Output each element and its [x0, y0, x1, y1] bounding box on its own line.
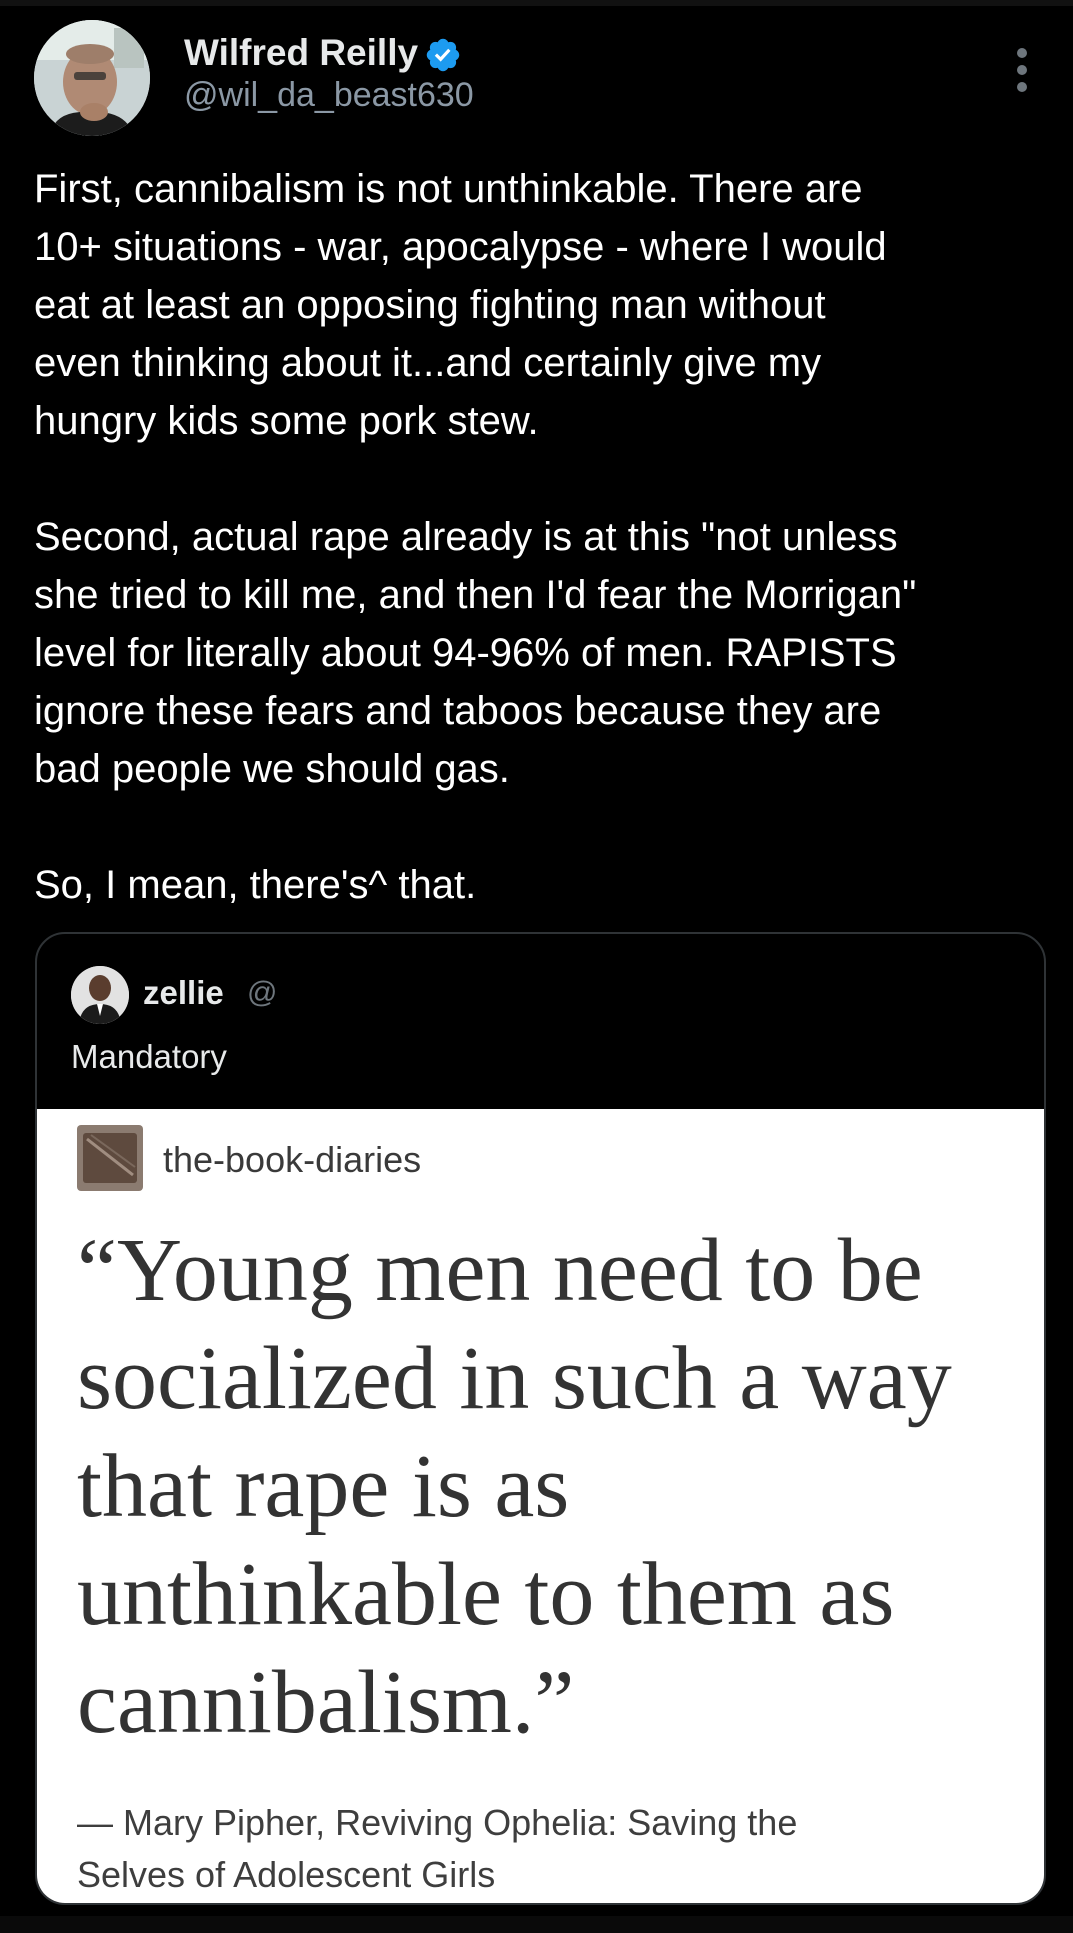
- verified-badge-icon: [426, 38, 460, 72]
- tweet-paragraph-1: First, cannibalism is not unthinkable. T…: [34, 167, 887, 443]
- quoted-tweet-image[interactable]: the-book-diaries “Young men need to be s…: [37, 1109, 1044, 1903]
- quoted-author-name: zellie: [143, 974, 224, 1011]
- quoted-author-avatar: [71, 966, 129, 1024]
- quoted-author-handle: @: [247, 976, 278, 1009]
- tweet-paragraph-3: So, I mean, there's^ that.: [34, 863, 477, 907]
- quote-attribution: — Mary Pipher, Reviving Ophelia: Saving …: [77, 1802, 798, 1895]
- bottom-divider: [0, 1916, 1073, 1933]
- author-handle[interactable]: @wil_da_beast630: [184, 76, 474, 115]
- tweet-paragraph-2: Second, actual rape already is at this "…: [34, 515, 917, 791]
- tweet: Wilfred Reilly @wil_da_beast630 First, c…: [0, 0, 1073, 1933]
- tweet-text: First, cannibalism is not unthinkable. T…: [34, 160, 1044, 914]
- blog-name: the-book-diaries: [163, 1139, 422, 1180]
- book-icon: [77, 1125, 143, 1191]
- author-avatar[interactable]: [34, 20, 150, 136]
- quoted-tweet-card[interactable]: zellie @ Mandatory the-book-diaries “You…: [35, 932, 1046, 1905]
- more-vertical-icon[interactable]: [1004, 46, 1040, 94]
- author-name[interactable]: Wilfred Reilly: [184, 32, 418, 74]
- author-avatar-photo: [34, 20, 150, 136]
- quoted-tweet-text: Mandatory: [71, 1038, 227, 1075]
- book-quote: “Young men need to be socialized in such…: [77, 1221, 952, 1752]
- quoted-author-avatar-photo: [71, 966, 129, 1024]
